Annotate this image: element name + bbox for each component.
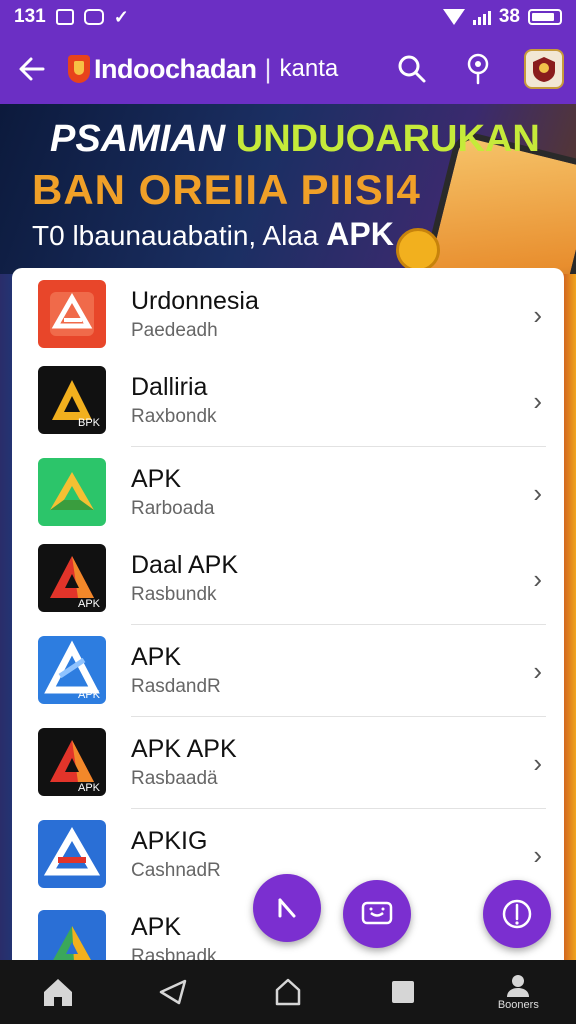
banner-tagline-apk: APK	[326, 216, 394, 252]
battery-icon	[528, 9, 562, 25]
back-button[interactable]	[12, 49, 52, 89]
list-item[interactable]: APK APK APK Rasbaadä ›	[12, 718, 564, 806]
brand: Indoochadan | kanta	[68, 54, 338, 85]
coin-illustration	[396, 228, 440, 272]
chevron-right-icon: ›	[533, 840, 542, 870]
search-button[interactable]	[392, 49, 432, 89]
back-arrow-icon	[19, 57, 45, 81]
app-subtitle: CashnadR	[131, 860, 221, 881]
status-time: 131	[14, 6, 46, 27]
banner-tagline: T0 lbaunauabatin, Alaa APK	[32, 216, 394, 253]
nav-home-circle[interactable]	[248, 960, 328, 1024]
app-icon: APK	[38, 636, 106, 704]
status-bar: 131 ✓ 38	[0, 0, 576, 34]
app-name: Urdonnesia	[131, 287, 259, 315]
app-subtitle: kanta	[279, 55, 339, 82]
profile-icon	[507, 975, 530, 997]
house-outline-icon	[275, 978, 301, 1006]
pen-icon	[278, 898, 296, 918]
app-subtitle: Rasbundk	[131, 584, 217, 605]
chat-fab[interactable]	[343, 880, 411, 948]
divider	[131, 446, 546, 447]
wifi-icon	[442, 9, 465, 25]
location-pin-icon	[467, 53, 489, 85]
app-name: Daal APK	[131, 551, 239, 579]
app-icon	[38, 458, 106, 526]
chevron-right-icon: ›	[533, 478, 542, 508]
edit-fab[interactable]	[253, 874, 321, 942]
promo-banner[interactable]: PSAMIAN UNDUOARUKAN BAN OREIIA PIISI4 T0…	[0, 104, 576, 274]
search-icon	[398, 55, 426, 83]
app-subtitle: Rasbaadä	[131, 768, 218, 789]
app-name: APK	[131, 913, 182, 941]
app-icon: APK	[38, 728, 106, 796]
home-icon	[43, 979, 72, 1006]
list-item[interactable]: APK Rarboada ›	[12, 448, 564, 536]
app-icon	[38, 280, 106, 348]
chevron-right-icon: ›	[533, 564, 542, 594]
app-title: Indoochadan	[94, 53, 257, 84]
list-item[interactable]: BPK Dalliria Raxbondk ›	[12, 356, 564, 444]
app-icon: APK	[38, 544, 106, 612]
app-icon-label: BPK	[78, 417, 101, 429]
app-icon-label: APK	[78, 689, 101, 701]
app-icon-label: APK	[78, 598, 101, 610]
check-icon: ✓	[113, 6, 129, 27]
chevron-right-icon: ›	[533, 748, 542, 778]
back-triangle-icon	[159, 979, 187, 1005]
emblem-icon	[533, 57, 555, 82]
compass-icon	[502, 899, 532, 929]
video-icon	[83, 9, 104, 25]
banner-headline-white: PSAMIAN	[50, 118, 226, 160]
bottom-navigation: Booners	[0, 960, 576, 1024]
banner-headline: PSAMIAN UNDUOARUKAN	[50, 118, 540, 161]
app-list: Urdonnesia Paedeadh › BPK Dalliria Raxbo…	[12, 268, 564, 968]
app-name: APK APK	[131, 735, 237, 763]
chevron-right-icon: ›	[533, 300, 542, 330]
nav-home[interactable]	[18, 960, 98, 1024]
banner-headline-green: UNDUOARUKAN	[235, 118, 540, 160]
banner-subheadline: BAN OREIIA PIISI4	[32, 166, 421, 213]
app-subtitle: RasdandR	[131, 676, 221, 697]
square-icon	[392, 981, 415, 1003]
title-separator: |	[264, 53, 272, 84]
app-subtitle: Rarboada	[131, 498, 215, 519]
app-name: APKIG	[131, 827, 208, 855]
list-item[interactable]: APK APK RasdandR ›	[12, 626, 564, 714]
notification-icon	[55, 9, 74, 25]
list-item[interactable]: Urdonnesia Paedeadh ›	[12, 270, 564, 358]
nav-profile-label: Booners	[497, 999, 539, 1011]
divider	[131, 624, 546, 625]
nav-recents[interactable]	[363, 960, 443, 1024]
info-fab[interactable]	[483, 880, 551, 948]
app-icon: BPK	[38, 366, 106, 434]
chevron-right-icon: ›	[533, 386, 542, 416]
brand-logo-icon	[68, 55, 90, 83]
banner-tagline-text: T0 lbaunauabatin, Alaa	[32, 220, 319, 251]
chevron-right-icon: ›	[533, 656, 542, 686]
app-name: APK	[131, 465, 182, 493]
app-subtitle: Raxbondk	[131, 406, 217, 427]
avatar[interactable]	[524, 49, 564, 89]
nav-profile[interactable]: Booners	[478, 960, 558, 1024]
battery-level: 38	[498, 6, 520, 27]
nav-back[interactable]	[133, 960, 213, 1024]
app-icon-label: APK	[78, 782, 101, 794]
signal-icon	[472, 9, 491, 25]
app-icon	[38, 820, 106, 888]
app-name: APK	[131, 643, 182, 671]
list-item[interactable]: APK Daal APK Rasbundk ›	[12, 534, 564, 622]
location-button[interactable]	[458, 49, 498, 89]
divider	[131, 716, 546, 717]
app-bar: Indoochadan | kanta	[0, 34, 576, 104]
chat-icon	[361, 901, 393, 925]
divider	[131, 808, 546, 809]
app-subtitle: Paedeadh	[131, 320, 218, 341]
app-name: Dalliria	[131, 373, 208, 401]
